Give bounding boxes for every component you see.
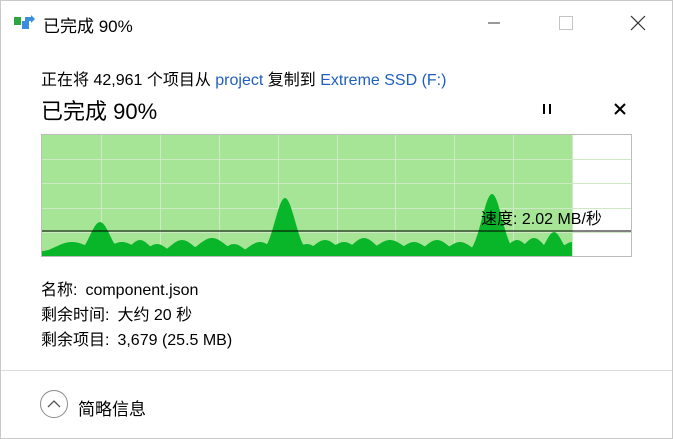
collapse-details-button[interactable] xyxy=(40,390,68,418)
detail-time-remaining: 剩余时间: 大约 20 秒 xyxy=(41,301,192,325)
close-button[interactable] xyxy=(615,7,661,39)
progress-heading: 已完成 90% xyxy=(41,99,158,124)
maximize-icon xyxy=(559,16,573,30)
description-prefix: 正在将 42,961 个项目从 xyxy=(41,72,216,89)
cancel-icon xyxy=(614,103,626,115)
detail-name-value: component.json xyxy=(85,282,199,299)
collapse-details-label[interactable]: 简略信息 xyxy=(78,395,146,420)
window-title: 已完成 90% xyxy=(43,17,133,36)
chevron-up-icon xyxy=(47,400,61,408)
destination-drive-link[interactable]: Extreme SSD (F:) xyxy=(320,72,446,89)
detail-items-value: 3,679 (25.5 MB) xyxy=(117,332,233,349)
description-middle: 复制到 xyxy=(263,72,321,89)
footer: 简略信息 xyxy=(1,371,672,438)
pause-button[interactable] xyxy=(533,97,561,121)
detail-items-label: 剩余项目: xyxy=(41,332,110,349)
detail-time-label: 剩余时间: xyxy=(41,307,110,324)
maximize-button[interactable] xyxy=(543,7,589,39)
minimize-icon xyxy=(488,22,500,24)
title-bar[interactable]: 已完成 90% xyxy=(1,1,672,45)
file-copy-icon xyxy=(14,15,35,29)
minimize-button[interactable] xyxy=(471,7,517,39)
detail-items-remaining: 剩余项目: 3,679 (25.5 MB) xyxy=(41,326,232,350)
copy-description: 正在将 42,961 个项目从 project 复制到 Extreme SSD … xyxy=(41,66,446,90)
detail-time-value: 大约 20 秒 xyxy=(117,307,193,324)
speed-graph-canvas xyxy=(42,135,631,256)
detail-name: 名称: component.json xyxy=(41,276,198,300)
copy-progress-window: 已完成 90% 正在将 42,961 个项目从 project 复制到 Extr… xyxy=(0,0,673,439)
close-icon xyxy=(630,15,646,31)
speed-label: 速度: 2.02 MB/秒 xyxy=(481,211,602,228)
speed-graph xyxy=(41,134,632,257)
cancel-button[interactable] xyxy=(606,97,634,121)
detail-name-label: 名称: xyxy=(41,282,78,299)
source-folder-link[interactable]: project xyxy=(215,72,263,89)
pause-icon xyxy=(543,104,551,114)
